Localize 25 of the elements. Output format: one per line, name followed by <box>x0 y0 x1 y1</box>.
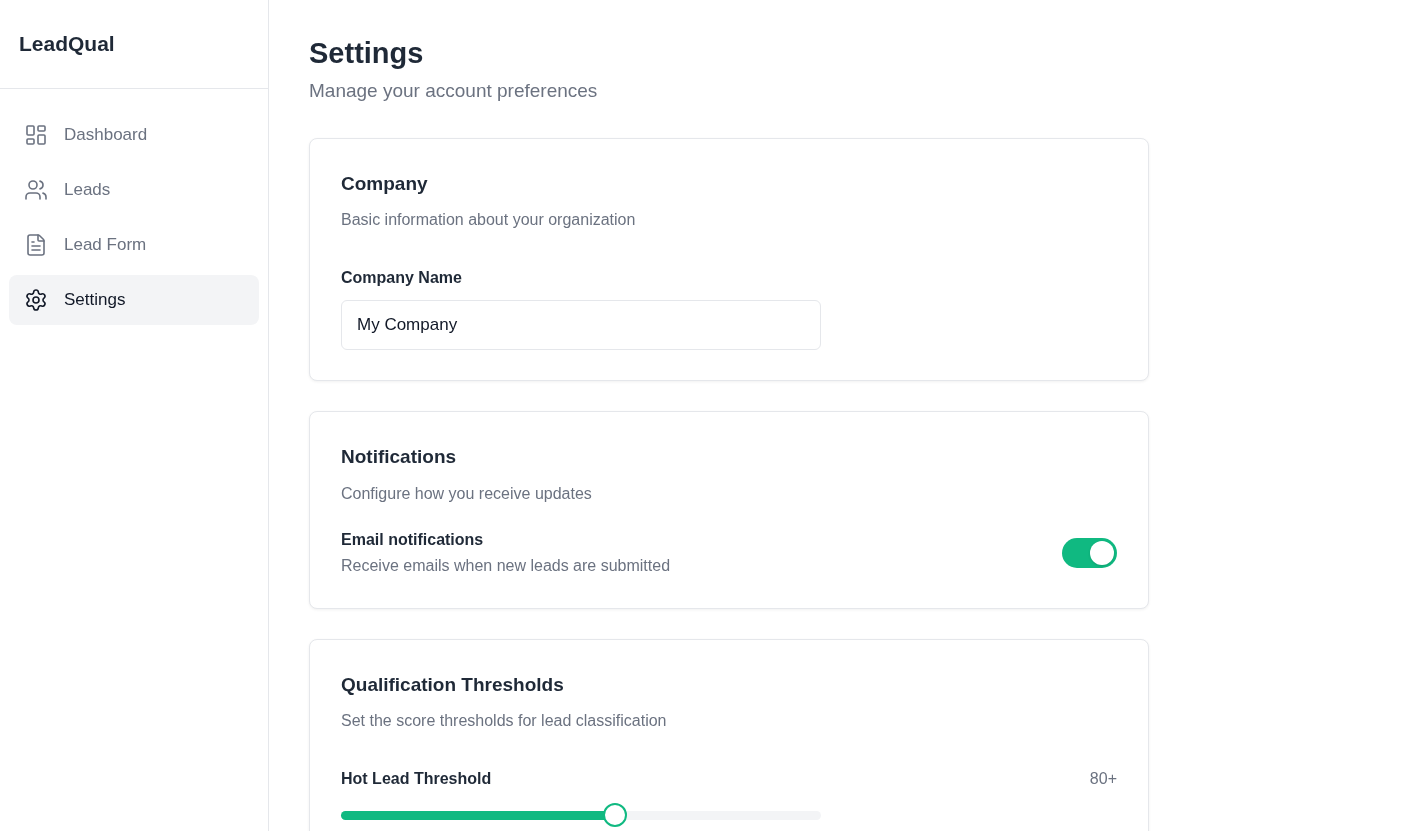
card-description: Configure how you receive updates <box>341 483 593 504</box>
card-title: Qualification Thresholds <box>341 672 565 697</box>
nav-item[interactable]: Dashboard <box>9 110 259 160</box>
app-logo: LeadQual <box>19 32 115 55</box>
card-description: Basic information about your organization <box>341 210 637 230</box>
settings-icon <box>24 288 48 312</box>
card-title: Company <box>341 171 429 196</box>
nav-item[interactable]: Leads <box>9 165 259 215</box>
users-icon <box>24 178 48 202</box>
toggle-switch[interactable] <box>1062 537 1117 568</box>
nav-item[interactable]: Settings <box>9 275 259 325</box>
company-name-field[interactable]: My Company <box>341 300 821 350</box>
nav-item[interactable]: Lead Form <box>9 220 259 270</box>
card-description: Set the score thresholds for lead classification <box>341 711 668 731</box>
slider-label: Hot Lead Threshold <box>341 769 492 789</box>
field-label: Company Name <box>341 268 463 288</box>
slider-value: 80+ <box>1089 769 1117 789</box>
setting-label: Email notifications <box>341 529 485 550</box>
setting-description: Receive emails when new leads are submitted <box>341 555 671 576</box>
document-icon <box>24 233 48 257</box>
page-subtitle: Manage your account preferences <box>309 79 599 103</box>
card-title: Notifications <box>341 445 458 469</box>
slider-thumb[interactable] <box>602 803 627 827</box>
grid-icon <box>24 123 48 147</box>
page-title: Settings <box>309 36 425 71</box>
